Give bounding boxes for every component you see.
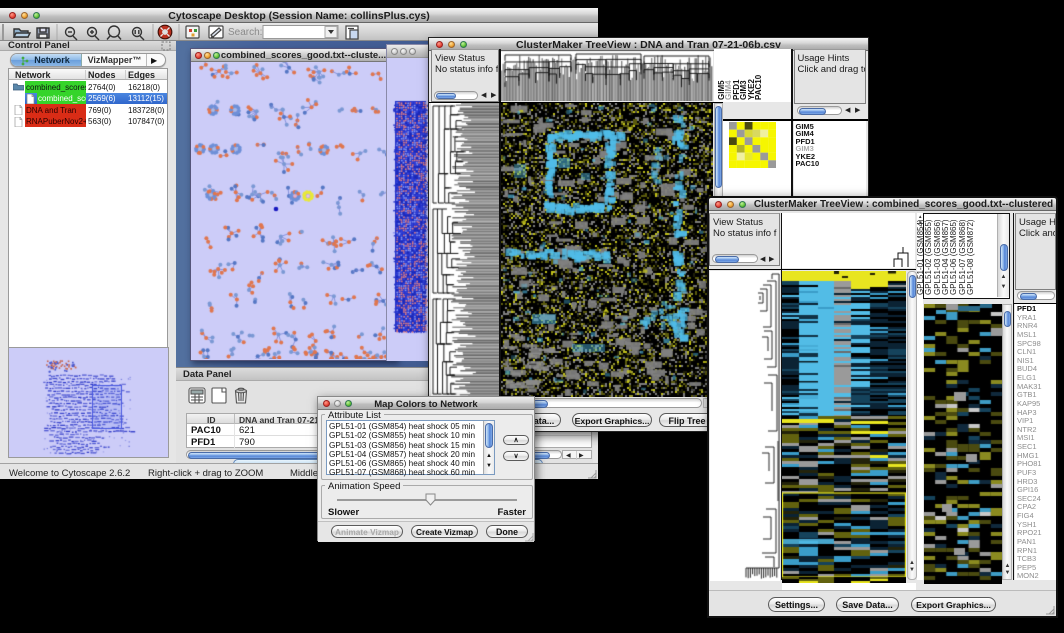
- svg-text:Search:: Search:: [228, 27, 262, 38]
